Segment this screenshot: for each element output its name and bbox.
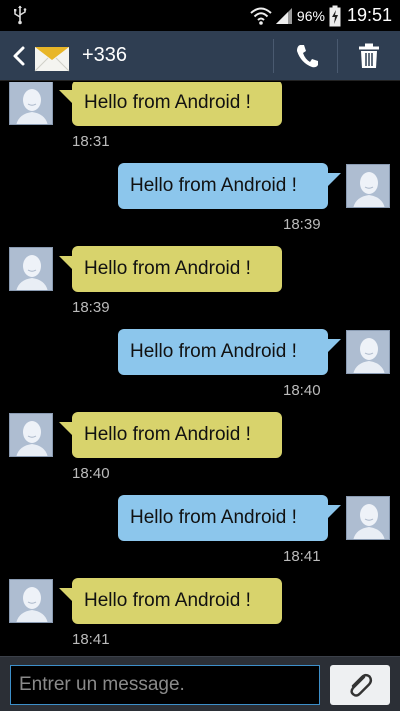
- message-timestamp: 18:39: [283, 216, 321, 233]
- person-silhouette-icon: [347, 165, 389, 207]
- header-divider: [273, 39, 274, 73]
- bubble-tail: [59, 588, 73, 602]
- contact-name: +336: [82, 44, 128, 66]
- phone-icon: [297, 45, 318, 68]
- header-divider: [337, 39, 338, 73]
- person-silhouette-icon: [10, 414, 52, 456]
- status-bar: 96% 19:51: [0, 0, 400, 31]
- outgoing-message-bubble[interactable]: Hello from Android !: [118, 495, 328, 541]
- outgoing-message-bubble[interactable]: Hello from Android !: [118, 163, 328, 209]
- contact-avatar[interactable]: [9, 413, 53, 457]
- message-list[interactable]: Hello from Android ! 18:31 Hello from Andr…: [0, 82, 400, 656]
- back-icon: [13, 46, 25, 66]
- person-silhouette-icon: [347, 331, 389, 373]
- person-silhouette-icon: [347, 497, 389, 539]
- wifi-icon: [250, 7, 272, 25]
- outgoing-message-bubble[interactable]: Hello from Android !: [118, 329, 328, 375]
- contact-avatar[interactable]: [346, 496, 390, 540]
- envelope-icon: [34, 47, 70, 72]
- message-timestamp: 18:31: [72, 133, 110, 150]
- delete-button[interactable]: [342, 31, 396, 81]
- person-silhouette-icon: [10, 248, 52, 290]
- trash-icon: [359, 43, 379, 68]
- incoming-message-bubble[interactable]: Hello from Android !: [72, 246, 282, 292]
- contact-avatar[interactable]: [9, 247, 53, 291]
- bubble-tail: [59, 256, 73, 270]
- message-timestamp: 18:41: [72, 631, 110, 648]
- message-timestamp: 18:40: [72, 465, 110, 482]
- bubble-tail: [59, 90, 73, 104]
- bubble-tail: [327, 339, 341, 353]
- back-button[interactable]: [6, 31, 32, 81]
- message-timestamp: 18:41: [283, 548, 321, 565]
- composer-bar: [0, 656, 400, 711]
- incoming-message-bubble[interactable]: Hello from Android !: [72, 82, 282, 126]
- battery-charging-icon: [329, 5, 341, 26]
- contact-avatar[interactable]: [9, 82, 53, 125]
- contact-avatar[interactable]: [346, 330, 390, 374]
- paperclip-icon: [350, 673, 373, 697]
- message-input[interactable]: [10, 665, 320, 705]
- bubble-tail: [59, 422, 73, 436]
- incoming-message-bubble[interactable]: Hello from Android !: [72, 412, 282, 458]
- conversation-header: +336: [0, 31, 400, 81]
- contact-avatar[interactable]: [9, 579, 53, 623]
- message-timestamp: 18:40: [283, 382, 321, 399]
- person-silhouette-icon: [10, 580, 52, 622]
- person-silhouette-icon: [10, 82, 52, 124]
- usb-icon: [14, 5, 27, 25]
- signal-icon: [275, 7, 292, 24]
- bubble-tail: [327, 173, 341, 187]
- call-button[interactable]: [280, 31, 334, 81]
- incoming-message-bubble[interactable]: Hello from Android !: [72, 578, 282, 624]
- contact-avatar[interactable]: [346, 164, 390, 208]
- battery-percentage: 96%: [296, 7, 325, 24]
- bubble-tail: [327, 505, 341, 519]
- attach-button[interactable]: [330, 665, 390, 705]
- status-clock: 19:51: [346, 5, 392, 25]
- message-timestamp: 18:39: [72, 299, 110, 316]
